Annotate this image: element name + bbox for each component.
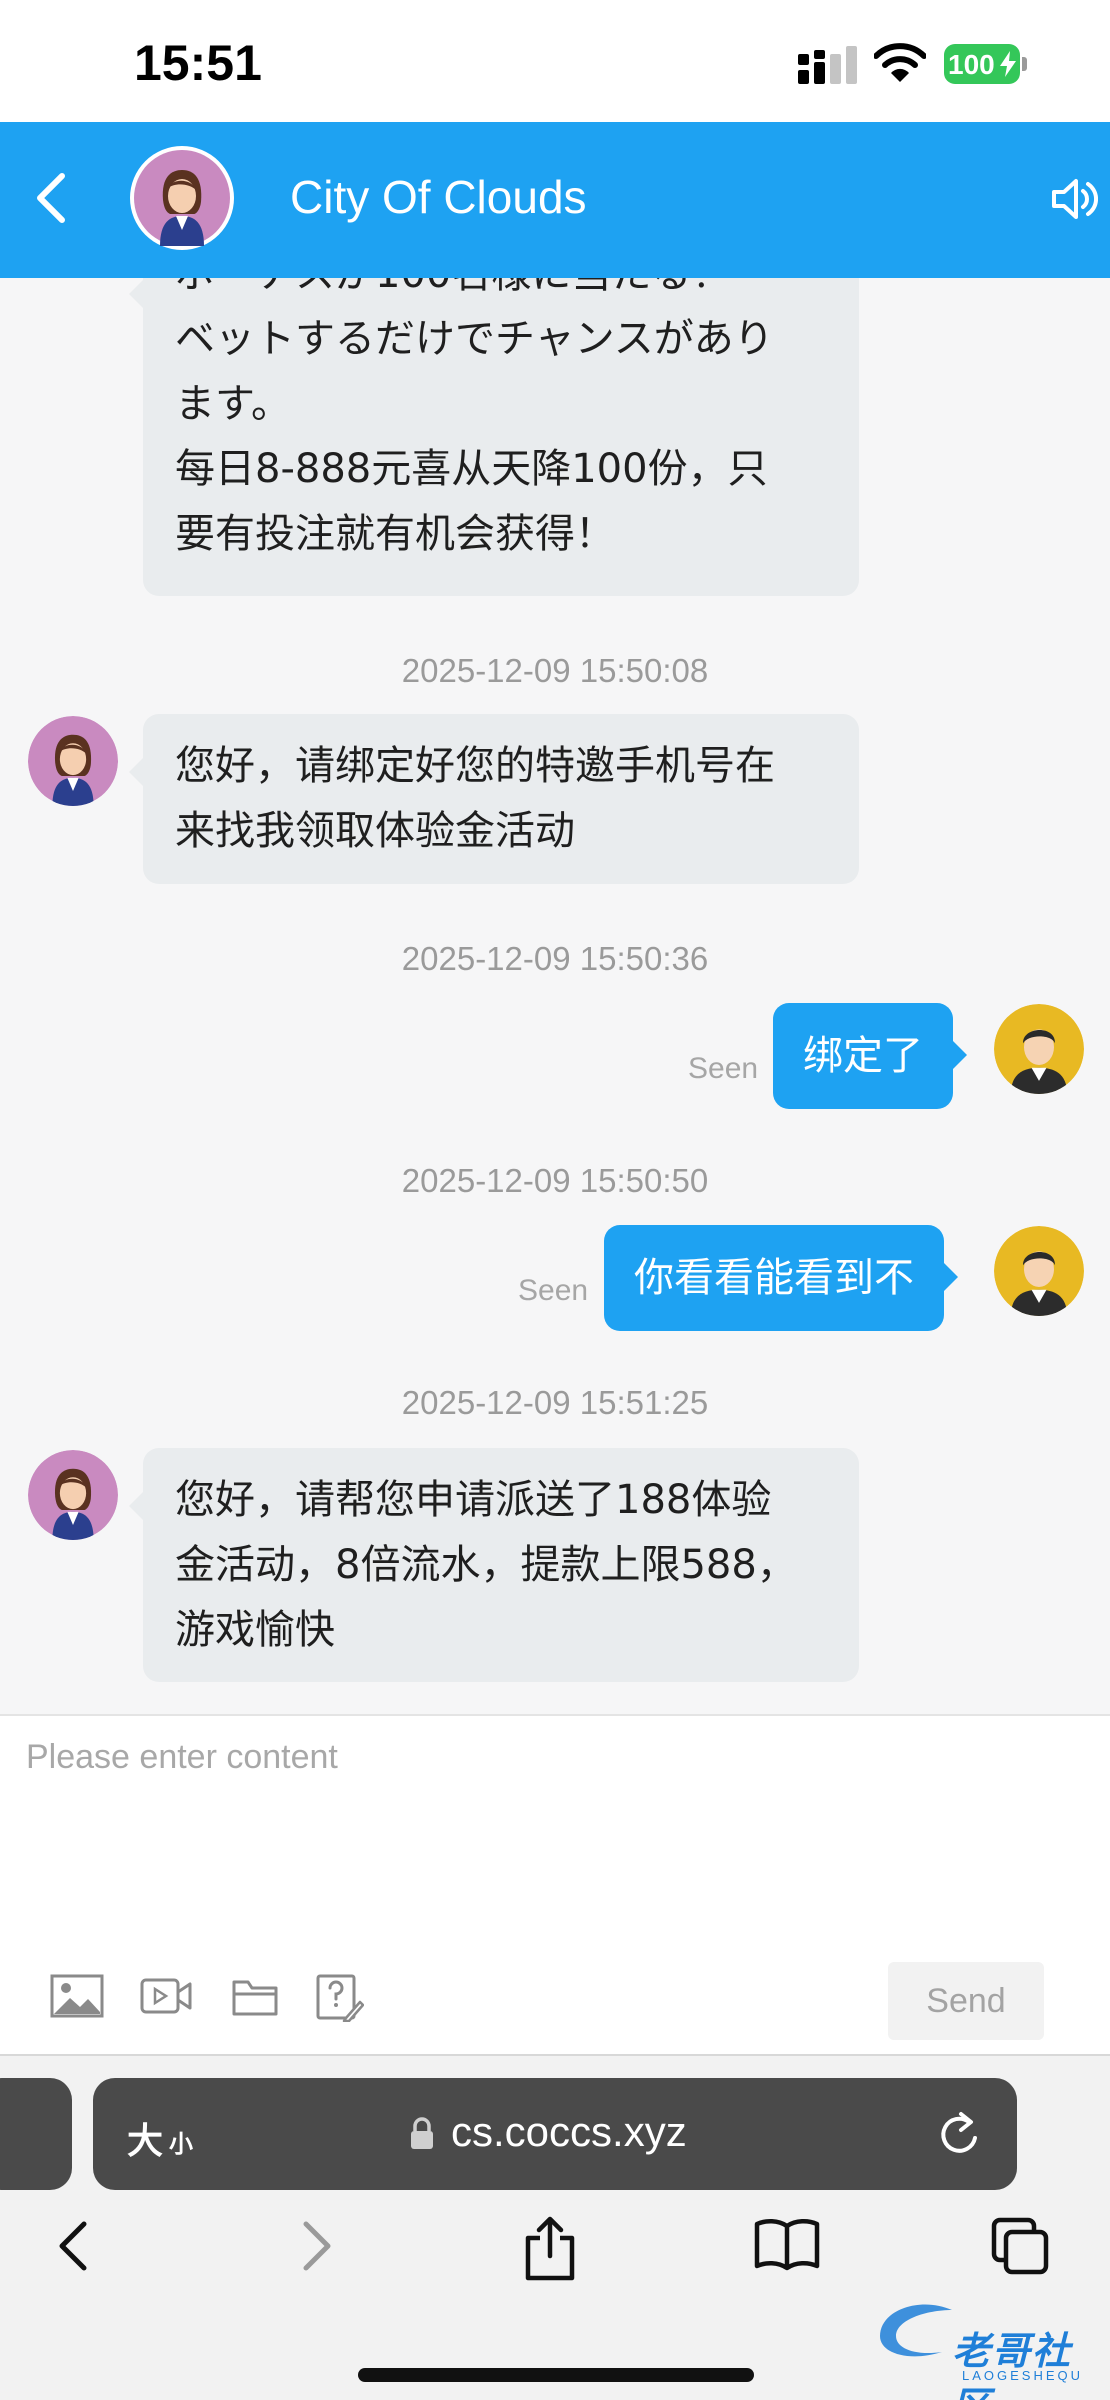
share-icon[interactable] xyxy=(522,2216,578,2282)
url-text: cs.coccs.xyz xyxy=(451,2108,687,2155)
message-timestamp: 2025-12-09 15:50:50 xyxy=(401,1162,709,1199)
message-line: ボーナスが100名様に当たる！ xyxy=(175,278,827,307)
male-user-icon xyxy=(994,1226,1084,1316)
address-bar[interactable]: 大 小 cs.coccs.xyz xyxy=(93,2078,1017,2190)
agent-avatar[interactable] xyxy=(28,716,118,806)
home-indicator[interactable] xyxy=(358,2368,754,2382)
message-timestamp: 2025-12-09 15:50:08 xyxy=(401,652,709,689)
charging-bolt-icon xyxy=(1000,51,1016,77)
folder-icon[interactable] xyxy=(232,1974,278,2016)
message-line: 金活动，8倍流水，提款上限588， xyxy=(175,1542,797,1588)
message-line: ベットするだけでチャンスがあり xyxy=(175,316,774,362)
incoming-message: 您好，请绑定好您的特邀手机号在 来找我领取体验金活动 xyxy=(129,714,859,884)
female-agent-icon xyxy=(28,716,118,806)
message-line: 来找我领取体验金活动 xyxy=(175,808,575,854)
message-line: 您好，请绑定好您的特邀手机号在 xyxy=(175,743,775,789)
image-icon[interactable] xyxy=(50,1974,104,2018)
chat-header: City Of Clouds xyxy=(0,122,1110,278)
speaker-icon[interactable] xyxy=(1050,176,1098,222)
agent-avatar[interactable] xyxy=(130,146,234,250)
message-line: 您好，请帮您申请派送了188体验 xyxy=(175,1477,772,1523)
send-button[interactable]: Send xyxy=(888,1962,1044,2040)
lock-icon xyxy=(411,2117,433,2149)
status-bar: 15:51 100 xyxy=(0,0,1110,122)
back-icon[interactable] xyxy=(22,166,82,230)
message-line: ます。 xyxy=(175,381,291,427)
browser-toolbar: 大 小 cs.coccs.xyz 老哥社区 LAOGESHEQU xyxy=(0,2054,1110,2400)
agent-avatar[interactable] xyxy=(28,1450,118,1540)
composer: Send xyxy=(0,1714,1110,2054)
previous-tab[interactable] xyxy=(0,2078,72,2190)
female-agent-icon xyxy=(28,1450,118,1540)
wifi-icon xyxy=(874,43,926,82)
message-input[interactable] xyxy=(0,1716,1110,1936)
message-line: 要有投注就有机会获得！ xyxy=(175,511,615,557)
watermark-subtext: LAOGESHEQU xyxy=(962,2368,1084,2383)
seen-status: Seen xyxy=(518,1274,589,1307)
faq-icon[interactable] xyxy=(316,1974,364,2022)
reload-icon[interactable] xyxy=(935,2108,983,2160)
battery-charging-icon: 100 xyxy=(944,44,1028,84)
video-icon[interactable] xyxy=(140,1974,192,2018)
bookmarks-icon[interactable] xyxy=(754,2216,820,2272)
message-timestamp: 2025-12-09 15:51:25 xyxy=(401,1384,709,1421)
male-user-icon xyxy=(994,1004,1084,1094)
text-size-button-small[interactable]: 小 xyxy=(169,2124,193,2159)
watermark-text: 老哥社区 xyxy=(952,2331,1073,2400)
chat-title: City Of Clouds xyxy=(290,171,587,223)
outgoing-message: 你看看能看到不 xyxy=(604,1225,958,1331)
cellular-signal-icon xyxy=(798,46,857,84)
message-list[interactable]: ボーナスが100名様に当たる！ ベットするだけでチャンスがあり ます。 每日8-… xyxy=(0,278,1110,1714)
status-time: 15:51 xyxy=(134,35,262,91)
incoming-message: 您好，请帮您申请派送了188体验 金活动，8倍流水，提款上限588， 游戏愉快 xyxy=(129,1448,859,1682)
back-icon[interactable] xyxy=(52,2216,96,2276)
message-line: 每日8-888元喜从天降100份，只 xyxy=(175,446,768,492)
female-agent-icon xyxy=(134,150,230,246)
text-size-button[interactable]: 大 xyxy=(127,2112,163,2164)
seen-status: Seen xyxy=(688,1052,759,1085)
battery-level: 100 xyxy=(948,49,995,80)
tabs-icon[interactable] xyxy=(990,2216,1050,2276)
forward-icon[interactable] xyxy=(294,2216,338,2276)
outgoing-message: 绑定了 xyxy=(773,1003,967,1109)
user-avatar[interactable] xyxy=(994,1226,1084,1316)
message-timestamp: 2025-12-09 15:50:36 xyxy=(401,940,709,977)
message-line: 游戏愉快 xyxy=(175,1607,335,1653)
user-avatar[interactable] xyxy=(994,1004,1084,1094)
incoming-message: ボーナスが100名様に当たる！ ベットするだけでチャンスがあり ます。 每日8-… xyxy=(129,278,859,596)
